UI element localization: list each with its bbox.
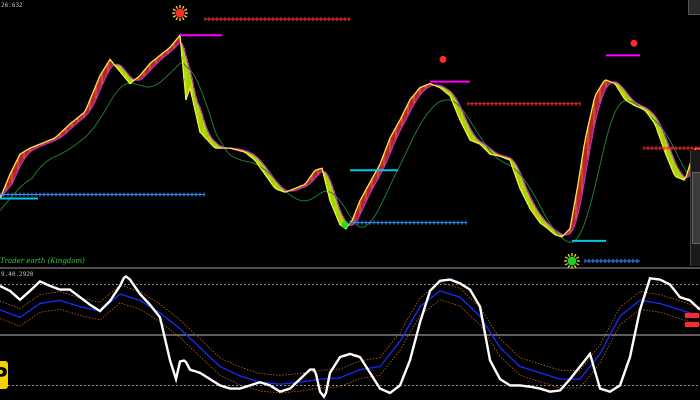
osc-flag-icon — [685, 322, 699, 327]
osc-upper-band — [0, 281, 700, 376]
bottom-sun-marker-icon-ray — [576, 256, 580, 259]
price-line — [0, 33, 700, 238]
oscillator-scale-label: 9.40.2920 — [1, 271, 34, 278]
sell-dot-icon — [630, 39, 638, 47]
price-scale-label: 26.632 — [1, 2, 23, 9]
osc-main-line — [0, 275, 700, 399]
osc-flag-icon — [685, 313, 699, 318]
oscillator-panel[interactable] — [0, 275, 700, 399]
bottom-sun-marker-icon-ray — [567, 253, 571, 257]
bottom-sun-marker-icon — [567, 256, 577, 266]
chart-canvas[interactable] — [0, 0, 700, 400]
corner-box[interactable] — [688, 0, 700, 15]
buy-dot-icon — [341, 221, 349, 229]
watermark-text: Trader earth (Kingdom) — [0, 257, 85, 265]
top-sun-marker-icon-ray — [184, 8, 188, 12]
bottom-sun-marker-icon-ray — [564, 262, 568, 266]
slow-ma-line — [0, 62, 700, 243]
top-sun-marker-icon-ray — [181, 17, 185, 21]
top-sun-marker-icon-ray — [172, 8, 176, 12]
top-sun-marker-icon — [175, 8, 185, 18]
bottom-sun-marker-icon-ray — [573, 253, 577, 257]
top-sun-marker-icon-ray — [181, 5, 185, 10]
sell-dot-icon — [439, 55, 447, 63]
bottom-sun-marker-icon-ray — [576, 262, 580, 266]
price-panel[interactable] — [0, 5, 700, 269]
top-sun-marker-icon-ray — [172, 15, 176, 18]
logo: P — [0, 361, 8, 389]
top-sun-marker-icon-ray — [175, 5, 179, 10]
bottom-sun-marker-icon-ray — [564, 256, 568, 259]
top-sun-marker-icon-ray — [175, 17, 179, 21]
osc-lower-band — [0, 299, 700, 394]
scrollbar-thumb[interactable] — [692, 172, 700, 244]
top-sun-marker-icon-ray — [184, 15, 188, 18]
